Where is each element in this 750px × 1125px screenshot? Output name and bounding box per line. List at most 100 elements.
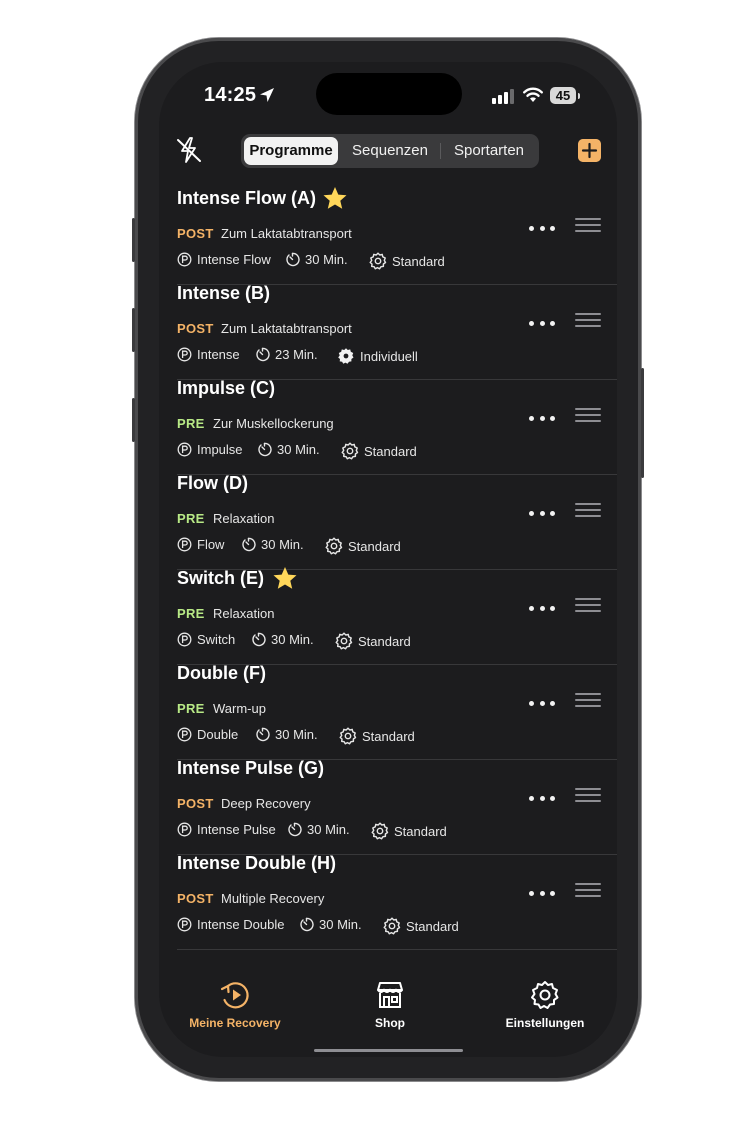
row-separator	[177, 949, 617, 950]
drag-line	[575, 224, 601, 226]
program-name-meta: Intense Flow	[177, 252, 271, 267]
program-row[interactable]: Intense Pulse (G) POST Deep Recovery Intens…	[177, 758, 617, 855]
drag-line	[575, 503, 601, 505]
more-options-button[interactable]	[529, 503, 555, 523]
dot	[539, 605, 545, 611]
tabbar-shop[interactable]: Shop	[330, 980, 450, 1030]
mode-meta: Standard	[383, 917, 459, 935]
program-mode: Individuell	[360, 348, 418, 364]
timer-icon	[258, 442, 272, 457]
program-subtitle: Zum Laktatabtransport	[221, 226, 352, 241]
more-options-button[interactable]	[529, 693, 555, 713]
program-title: Intense (B)	[177, 283, 271, 303]
gear-filled-icon	[338, 348, 354, 364]
gear-outline-icon	[369, 252, 387, 270]
drag-line	[575, 604, 601, 606]
tab-sequenzen[interactable]: Sequenzen	[341, 137, 439, 165]
program-row[interactable]: Intense (B) POST Zum Laktatabtransport Inte…	[177, 283, 617, 380]
dot	[539, 890, 545, 896]
tabbar-meine-recovery[interactable]: Meine Recovery	[175, 980, 295, 1030]
program-row[interactable]: Double (F) PRE Warm-up Double 30 Min. Standar…	[177, 663, 617, 760]
drag-handle[interactable]	[575, 883, 601, 897]
drag-handle[interactable]	[575, 598, 601, 612]
drag-line	[575, 408, 601, 410]
drag-line	[575, 313, 601, 315]
program-mode: Standard	[394, 823, 447, 839]
more-options-button[interactable]	[529, 598, 555, 618]
program-p-icon	[177, 347, 192, 362]
drag-handle[interactable]	[575, 313, 601, 327]
program-subtitle: Zur Muskellockerung	[213, 416, 334, 431]
program-duration: 30 Min.	[307, 822, 350, 837]
mode-meta: Standard	[341, 442, 417, 460]
phase-tag: POST	[177, 796, 214, 811]
timer-icon	[242, 537, 256, 552]
program-name-meta: Intense Double	[177, 917, 284, 932]
program-title: Switch (E)	[177, 568, 265, 588]
location-arrow-icon	[260, 88, 274, 102]
phase-tag: PRE	[177, 416, 205, 431]
drag-handle[interactable]	[575, 788, 601, 802]
program-row[interactable]: Intense Double (H) POST Multiple Recovery I…	[177, 853, 617, 950]
program-name-meta: Flow	[177, 537, 224, 552]
more-options-button[interactable]	[529, 218, 555, 238]
drag-line	[575, 800, 601, 802]
phase-tag: POST	[177, 321, 214, 336]
program-row[interactable]: Switch (E) PRE Relaxation Switch 30 Min. Stan…	[177, 567, 617, 665]
star-icon[interactable]	[322, 186, 348, 210]
timer-icon	[300, 917, 314, 932]
tab-sportarten[interactable]: Sportarten	[441, 137, 537, 165]
program-name: Intense Pulse	[197, 822, 276, 837]
more-options-button[interactable]	[529, 408, 555, 428]
tabbar-einstellungen[interactable]: Einstellungen	[485, 980, 605, 1030]
dot	[539, 795, 545, 801]
program-row[interactable]: Flow (D) PRE Relaxation Flow 30 Min. Standard	[177, 473, 617, 570]
tab-programme[interactable]: Programme	[244, 137, 338, 165]
drag-line	[575, 788, 601, 790]
drag-line	[575, 515, 601, 517]
drag-line	[575, 509, 601, 511]
drag-line	[575, 319, 601, 321]
program-subtitle: Relaxation	[213, 511, 275, 526]
wifi-icon	[523, 87, 543, 102]
star-icon[interactable]	[272, 566, 298, 590]
drag-line	[575, 889, 601, 891]
program-name: Intense Double	[197, 917, 285, 932]
more-options-button[interactable]	[529, 883, 555, 903]
program-row[interactable]: Impulse (C) PRE Zur Muskellockerung Impulse…	[177, 378, 617, 475]
bolt-off-icon[interactable]	[176, 136, 202, 164]
gear-outline-icon	[325, 537, 343, 555]
program-duration: 23 Min.	[275, 347, 318, 362]
dot	[529, 605, 534, 611]
drag-handle[interactable]	[575, 503, 601, 517]
program-mode: Standard	[392, 253, 445, 269]
cellular-signal-icon	[492, 89, 514, 104]
program-duration: 30 Min.	[319, 917, 362, 932]
program-name: Switch	[197, 632, 236, 647]
drag-handle[interactable]	[575, 693, 601, 707]
drag-line	[575, 598, 601, 600]
program-title: Intense Flow (A)	[177, 188, 316, 208]
program-row[interactable]: Intense Flow (A) POST Zum Laktatabtranspor…	[177, 187, 617, 285]
dot	[550, 415, 555, 421]
dot	[550, 700, 555, 706]
program-subtitle: Zum Laktatabtransport	[221, 321, 352, 336]
drag-handle[interactable]	[575, 218, 601, 232]
dot	[550, 225, 555, 231]
mode-meta: Individuell	[337, 347, 418, 365]
dynamic-island	[316, 73, 462, 115]
dot	[529, 890, 534, 896]
program-name-meta: Switch	[177, 632, 235, 647]
drag-line	[575, 693, 601, 695]
dot	[550, 510, 555, 516]
drag-handle[interactable]	[575, 408, 601, 422]
duration-meta: 30 Min.	[287, 822, 350, 837]
drag-line	[575, 699, 601, 701]
program-title: Intense Double (H)	[177, 853, 337, 873]
gear-outline-icon	[335, 632, 353, 650]
more-options-button[interactable]	[529, 788, 555, 808]
duration-meta: 30 Min.	[241, 537, 304, 552]
more-options-button[interactable]	[529, 313, 555, 333]
add-button[interactable]	[578, 139, 601, 162]
phase-tag: PRE	[177, 511, 205, 526]
